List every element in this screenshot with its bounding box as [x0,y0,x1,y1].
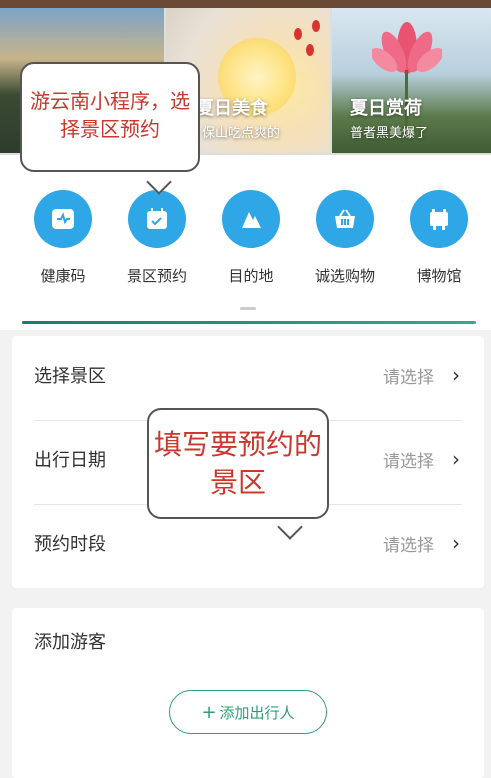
shopping-basket-icon [316,190,374,248]
shortcut-label: 诚选购物 [314,267,375,285]
shortcut-museum[interactable]: 博物馆 [392,190,486,286]
chevron-right-icon: › [452,531,460,555]
lotus-image [372,22,442,74]
shortcut-label: 博物馆 [416,267,462,285]
banner-card-title: 夏日美食 [196,98,268,119]
callout-top: 游云南小程序，选择景区预约 [20,62,200,172]
berry-image [306,44,314,56]
shortcut-shopping[interactable]: 诚选购物 [298,190,392,286]
shortcut-row: 健康码 景区预约 目的地 诚选购物 博物馆 [0,190,491,300]
callout-text: 游云南小程序，选择景区预约 [30,89,190,141]
form-value: 请选择 [383,368,434,388]
chevron-right-icon: › [452,363,460,387]
shortcut-panel: 健康码 景区预约 目的地 诚选购物 博物馆 [0,155,491,330]
add-traveler-button[interactable]: + 添加出行人 [169,690,327,734]
shortcut-label: 健康码 [40,267,86,285]
chevron-right-icon: › [452,447,460,471]
form-label: 出行日期 [34,450,106,471]
shortcut-scenic-reservation[interactable]: 景区预约 [110,190,204,286]
shortcut-health-code[interactable]: 健康码 [16,190,110,286]
add-traveler-label: 添加出行人 [219,703,295,722]
shortcut-label: 景区预约 [126,267,187,285]
form-value: 请选择 [383,452,434,472]
guests-title: 添加游客 [34,632,106,653]
shortcut-label: 目的地 [228,267,274,285]
banner-top-edge [0,0,491,8]
banner-card-subtitle: 保山吃点爽的 [202,126,281,141]
banner-card-subtitle: 普者黑美爆了 [350,126,429,141]
scroll-progress-bar [22,321,476,324]
berry-image [312,20,320,32]
berry-image [294,28,302,40]
banner-card-lotus[interactable]: 夏日赏荷 普者黑美爆了 [332,8,491,153]
form-label: 选择景区 [34,366,106,387]
guests-card: 添加游客 + 添加出行人 [12,608,484,778]
museum-icon [410,190,468,248]
callout-middle: 填写要预约的景区 [147,408,329,519]
heart-shield-icon [34,190,92,248]
calendar-check-icon [128,190,186,248]
plus-icon: + [201,701,217,723]
callout-text: 填写要预约的景区 [153,428,322,499]
banner-card-title: 夏日赏荷 [350,98,422,119]
form-value: 请选择 [383,536,434,556]
mountain-icon [222,190,280,248]
form-label: 预约时段 [34,534,106,555]
page-indicator [240,307,256,310]
shortcut-destination[interactable]: 目的地 [204,190,298,286]
